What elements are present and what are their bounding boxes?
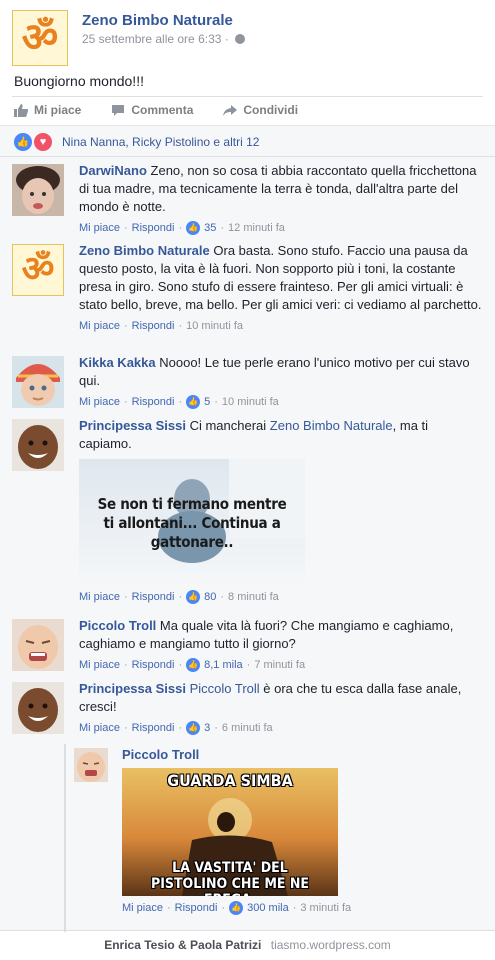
like-link[interactable]: Mi piace (79, 317, 120, 335)
reactions-summary[interactable]: 👍 ♥ Nina Nanna, Ricky Pistolino e altri … (14, 133, 259, 151)
comment-time[interactable]: 7 minuti fa (254, 656, 305, 674)
reply-link[interactable]: Rispondi (132, 588, 175, 606)
like-link[interactable]: Mi piace (79, 393, 120, 411)
love-reaction-icon: ♥ (34, 133, 52, 151)
comment-author[interactable]: Zeno Bimbo Naturale (79, 243, 210, 258)
avatar[interactable] (74, 748, 108, 782)
om-symbol-icon: ॐ (21, 15, 59, 61)
like-link[interactable]: Mi piace (79, 656, 120, 674)
comment-time[interactable]: 8 minuti fa (228, 588, 279, 606)
comment-meta: Mi piace · Rispondi · 👍 5 · 10 minuti fa (79, 393, 482, 411)
comment-time[interactable]: 3 minuti fa (300, 899, 351, 917)
comment-meta: Mi piace · Rispondi · 👍 300 mila · 3 minuti… (122, 899, 474, 917)
image-caption: Se non ti fermano mentre ti allontani...… (97, 495, 287, 551)
comment-icon (112, 104, 125, 116)
image-top-caption: GUARDA SIMBA (167, 771, 293, 790)
comment-author[interactable]: Principessa Sissi (79, 418, 186, 433)
comment-text: Ci mancherai (189, 418, 267, 433)
like-link[interactable]: Mi piace (79, 588, 120, 606)
comment-time[interactable]: 10 minuti fa (222, 393, 279, 411)
facebook-post: ॐ Zeno Bimbo Naturale 25 settembre alle … (0, 0, 495, 960)
comment-author[interactable]: Piccolo Troll (122, 747, 199, 762)
like-count-icon: 👍 (229, 901, 244, 915)
comment-meta: Mi piace · Rispondi · 👍 80 · 8 minuti fa (79, 588, 482, 606)
like-button[interactable]: Mi piace (14, 103, 81, 117)
like-count[interactable]: 5 (204, 393, 210, 411)
page-avatar[interactable]: ॐ (12, 10, 68, 66)
comments-section: 👍 ♥ Nina Nanna, Ricky Pistolino e altri … (0, 125, 495, 932)
comment-time[interactable]: 6 minuti fa (222, 719, 273, 737)
like-count[interactable]: 300 mila (247, 899, 289, 917)
like-link[interactable]: Mi piace (79, 719, 120, 737)
divider (0, 156, 495, 157)
post-actions: Mi piace Commenta Condividi (14, 103, 298, 117)
reply-link[interactable]: Rispondi (132, 656, 175, 674)
like-count[interactable]: 3 (204, 719, 210, 737)
credits-authors: Enrica Tesio & Paola Patrizi (104, 938, 262, 952)
like-count-icon: 👍 (186, 590, 201, 604)
share-icon (223, 104, 238, 116)
credits-site[interactable]: tiasmo.wordpress.com (271, 938, 391, 952)
comment-meta: Mi piace · Rispondi · 👍 8,1 mila · 7 minuti… (79, 656, 482, 674)
comment-author[interactable]: DarwiNano (79, 163, 147, 178)
image-bottom-caption: LA VASTITA' DEL PISTOLINO CHE ME NE FREG… (150, 860, 310, 896)
avatar[interactable] (12, 419, 64, 471)
thumbs-up-icon (14, 103, 28, 117)
like-count-icon: 👍 (186, 721, 201, 735)
reply-link[interactable]: Rispondi (132, 219, 175, 237)
comment-author[interactable]: Kikka Kakka (79, 355, 156, 370)
credits-footer: Enrica Tesio & Paola Patrizi tiasmo.word… (0, 930, 495, 960)
comment-meta: Mi piace · Rispondi · 👍 35 · 12 minuti fa (79, 219, 482, 237)
like-count-icon: 👍 (186, 221, 201, 235)
comment-author[interactable]: Piccolo Troll (79, 618, 156, 633)
like-count-icon: 👍 (186, 658, 201, 672)
comment-author[interactable]: Principessa Sissi (79, 681, 186, 696)
share-button[interactable]: Condividi (223, 103, 298, 117)
like-count[interactable]: 35 (204, 219, 216, 237)
mention-link[interactable]: Zeno Bimbo Naturale (270, 418, 393, 433)
like-count[interactable]: 80 (204, 588, 216, 606)
reply-link[interactable]: Rispondi (132, 393, 175, 411)
comment-image[interactable]: GUARDA SIMBA LA VASTITA' DEL PISTOLINO C… (122, 768, 338, 896)
comment-button[interactable]: Commenta (111, 103, 193, 117)
om-symbol-icon: ॐ (21, 249, 55, 290)
comment-time[interactable]: 10 minuti fa (186, 317, 243, 335)
globe-icon (234, 34, 245, 44)
avatar[interactable] (12, 619, 64, 671)
comment-time[interactable]: 12 minuti fa (228, 219, 285, 237)
avatar[interactable] (12, 682, 64, 734)
comment-meta: Mi piace · Rispondi · 👍 3 · 6 minuti fa (79, 719, 482, 737)
post-text: Buongiorno mondo!!! (14, 73, 144, 89)
like-link[interactable]: Mi piace (79, 219, 120, 237)
avatar[interactable]: ॐ (12, 244, 64, 296)
reply-thread-line (64, 744, 66, 932)
post-timestamp[interactable]: 25 settembre alle ore 6:33 · (82, 32, 245, 46)
page-name[interactable]: Zeno Bimbo Naturale (82, 12, 233, 29)
like-count[interactable]: 8,1 mila (204, 656, 243, 674)
avatar[interactable] (12, 164, 64, 216)
reply-link[interactable]: Rispondi (175, 899, 218, 917)
mention-link[interactable]: Piccolo Troll (190, 681, 260, 696)
like-link[interactable]: Mi piace (122, 899, 163, 917)
comment-meta: Mi piace · Rispondi · 10 minuti fa (79, 317, 482, 335)
comment-image[interactable]: Se non ti fermano mentre ti allontani...… (79, 459, 305, 585)
reply-link[interactable]: Rispondi (132, 317, 175, 335)
like-count-icon: 👍 (186, 395, 201, 409)
divider (12, 96, 483, 97)
reply-link[interactable]: Rispondi (132, 719, 175, 737)
avatar[interactable] (12, 356, 64, 408)
like-reaction-icon: 👍 (14, 133, 32, 151)
